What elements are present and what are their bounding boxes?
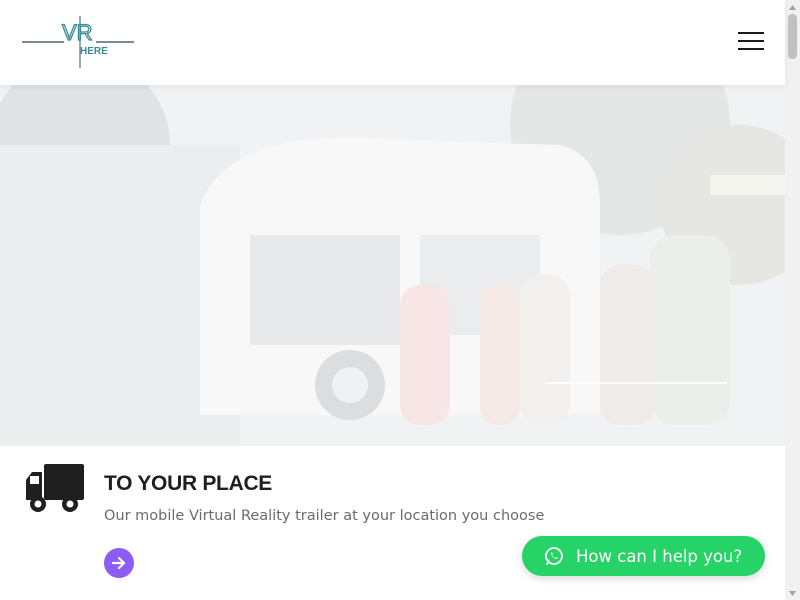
arrow-right-icon	[111, 556, 126, 570]
logo-top-text: VR	[62, 20, 93, 45]
feature-more-button[interactable]	[104, 548, 134, 578]
page-scrollbar[interactable]	[785, 0, 800, 600]
hero-divider	[545, 382, 727, 384]
site-header: VR HERE	[0, 0, 785, 85]
triangle-up-icon	[789, 4, 796, 10]
chat-button-label: How can I help you?	[576, 546, 743, 566]
feature-title: TO YOUR PLACE	[104, 472, 273, 495]
whatsapp-icon	[545, 547, 563, 566]
scroll-up-arrow[interactable]	[785, 0, 800, 14]
scroll-down-arrow[interactable]	[785, 586, 800, 600]
scrollbar-thumb[interactable]	[788, 14, 797, 59]
hamburger-line	[738, 48, 764, 50]
truck-icon	[26, 464, 84, 512]
menu-toggle-button[interactable]	[738, 32, 764, 52]
whatsapp-chat-button[interactable]: How can I help you?	[522, 536, 765, 576]
hero-banner	[0, 85, 785, 446]
logo-bottom-text: HERE	[80, 46, 108, 57]
hamburger-line	[738, 32, 764, 34]
feature-description: Our mobile Virtual Reality trailer at yo…	[104, 508, 545, 524]
hero-overlay	[0, 85, 785, 446]
triangle-down-icon	[789, 590, 796, 596]
hamburger-line	[738, 40, 764, 42]
site-logo[interactable]: VR HERE	[22, 14, 134, 70]
